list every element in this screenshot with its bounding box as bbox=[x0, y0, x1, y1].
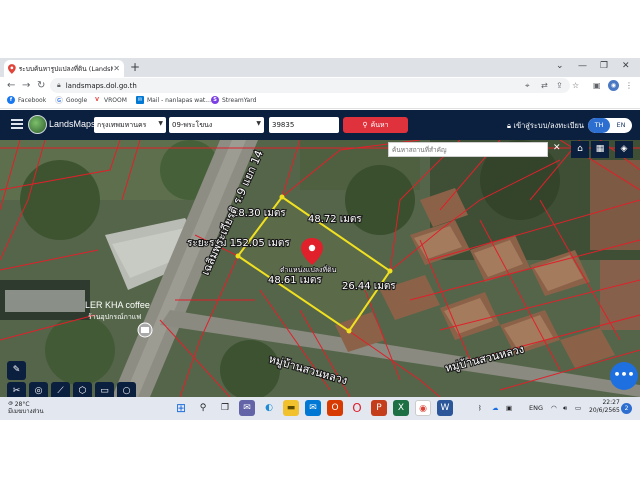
language-toggle: TH EN bbox=[588, 118, 632, 133]
tray-app-icon[interactable]: ▣ bbox=[506, 404, 512, 412]
lang-en-button[interactable]: EN bbox=[610, 118, 632, 133]
bookmark-facebook[interactable]: f Facebook bbox=[7, 96, 46, 104]
office-icon[interactable]: O bbox=[327, 400, 343, 416]
map-pin-icon bbox=[8, 63, 16, 74]
login-register-link[interactable]: 🔒︎ เข้าสู่ระบบ/ลงทะเบียน bbox=[507, 120, 584, 132]
clear-search-icon[interactable]: ✕ bbox=[553, 143, 561, 154]
weather-icon: ⛅︎ bbox=[8, 401, 13, 408]
opera-browser-icon[interactable]: O bbox=[349, 400, 365, 416]
parcel-edge-south-label: 26.44 เมตร bbox=[342, 281, 396, 292]
reload-icon[interactable]: ↻ bbox=[37, 79, 45, 92]
chrome-icon[interactable]: ◉ bbox=[415, 400, 431, 416]
mail-icon: ✉ bbox=[136, 96, 144, 104]
bookmark-mail[interactable]: ✉ Mail - nanlapas wat... bbox=[136, 96, 211, 104]
volume-icon[interactable]: 🔊︎ bbox=[563, 404, 567, 413]
google-icon: G bbox=[55, 96, 63, 104]
more-options-button[interactable]: ••• bbox=[610, 362, 638, 390]
map-place-search-input[interactable]: ค้นหาสถานที่สำคัญ bbox=[388, 142, 548, 157]
windows-taskbar: ⛅︎ 28°C มีเมฆบางส่วน ⊞ ⚲ ❐ ✉ ◐ ▬ ✉ O O P… bbox=[0, 397, 640, 420]
hamburger-menu-icon[interactable] bbox=[11, 119, 23, 131]
facebook-icon: f bbox=[7, 96, 15, 104]
url-text: landsmaps.dol.go.th bbox=[65, 81, 137, 90]
cut-tool-icon[interactable]: ✂ bbox=[7, 382, 26, 397]
vroom-icon: V bbox=[93, 96, 101, 104]
layers-icon[interactable]: ◈ bbox=[615, 141, 633, 158]
task-view-icon[interactable]: ❐ bbox=[217, 400, 233, 416]
grid-icon[interactable]: ▦ bbox=[591, 141, 609, 158]
bookmark-vroom[interactable]: V VROOM bbox=[93, 96, 127, 104]
landsmaps-logo bbox=[28, 115, 47, 134]
circle-tool-icon[interactable]: ○ bbox=[117, 382, 136, 397]
satellite-map: 28.30 เมตร 48.72 เมตร 26.44 เมตร 48.61 เ… bbox=[0, 140, 640, 397]
notification-badge[interactable]: 2 bbox=[621, 403, 632, 414]
line-measure-icon[interactable]: ⟋ bbox=[51, 382, 70, 397]
minimize-icon[interactable]: — bbox=[578, 60, 587, 72]
tab-search-icon[interactable]: ⌄ bbox=[556, 60, 564, 72]
location-icon[interactable]: ⌖ bbox=[525, 80, 530, 91]
chevron-down-icon: ▼ bbox=[256, 120, 261, 127]
search-button[interactable]: ⚲ ค้นหา bbox=[343, 117, 408, 133]
lock-icon: 🔒︎ bbox=[57, 81, 61, 89]
edge-browser-icon[interactable]: ◐ bbox=[261, 400, 277, 416]
windows-start-icon[interactable]: ⊞ bbox=[173, 400, 189, 416]
parcel-edge-east-label: 48.72 เมตร bbox=[308, 214, 362, 225]
bookmarks-bar: f Facebook G Google V VROOM ✉ Mail - nanlapa… bbox=[0, 94, 640, 109]
side-panel-icon[interactable]: ▣ bbox=[593, 80, 601, 91]
close-window-icon[interactable]: ✕ bbox=[622, 60, 630, 72]
rectangle-tool-icon[interactable]: ▭ bbox=[95, 382, 114, 397]
tab-close-icon[interactable]: ✕ bbox=[113, 64, 120, 73]
location-target-icon[interactable]: ◎ bbox=[29, 382, 48, 397]
poi-cafe-icon[interactable] bbox=[137, 322, 153, 338]
language-indicator[interactable]: ENG bbox=[529, 404, 543, 412]
weather-widget[interactable]: ⛅︎ 28°C มีเมฆบางส่วน bbox=[8, 401, 44, 415]
district-select[interactable]: 09-พระโขนง ▼ bbox=[169, 117, 264, 133]
map-view[interactable]: 28.30 เมตร 48.72 เมตร 26.44 เมตร 48.61 เ… bbox=[0, 140, 640, 397]
address-bar-row: ← → ↻ 🔒︎ landsmaps.dol.go.th ⌖ ⇄ ⇪ ☆ ▣ ◉… bbox=[0, 77, 640, 94]
more-menu-icon[interactable]: ⋮ bbox=[625, 80, 633, 91]
translate-icon[interactable]: ⇄ bbox=[541, 80, 548, 91]
streamyard-icon: S bbox=[211, 96, 219, 104]
bluetooth-icon[interactable]: ᛒ bbox=[478, 404, 482, 412]
file-explorer-icon[interactable]: ▬ bbox=[283, 400, 299, 416]
bookmark-star-icon[interactable]: ☆ bbox=[572, 80, 579, 91]
search-icon: ⚲ bbox=[362, 121, 368, 129]
app-brand: LandsMaps bbox=[49, 119, 96, 129]
bookmark-google[interactable]: G Google bbox=[55, 96, 87, 104]
tab-title: ระบบค้นหารูปแปลงที่ดิน (LandsMaps) bbox=[18, 64, 114, 73]
back-icon[interactable]: ← bbox=[7, 79, 15, 92]
browser-tab-strip: ระบบค้นหารูปแปลงที่ดิน (LandsMaps) ✕ + bbox=[0, 58, 640, 77]
omnibox[interactable]: 🔒︎ landsmaps.dol.go.th bbox=[50, 78, 570, 93]
lang-th-button[interactable]: TH bbox=[588, 118, 610, 133]
search-icon[interactable]: ⚲ bbox=[195, 400, 211, 416]
chevron-down-icon: ▼ bbox=[158, 120, 163, 127]
powerpoint-icon[interactable]: P bbox=[371, 400, 387, 416]
teams-chat-icon[interactable]: ✉ bbox=[239, 400, 255, 416]
area-measure-icon[interactable]: ⬡ bbox=[73, 382, 92, 397]
poi-subtitle: ร้านอุปกรณ์กาแฟ bbox=[88, 313, 142, 321]
browser-tab[interactable]: ระบบค้นหารูปแปลงที่ดิน (LandsMaps) ✕ bbox=[4, 60, 124, 77]
forward-icon[interactable]: → bbox=[22, 79, 30, 92]
parcel-position-label: ตำแหน่งแปลงที่ดิน bbox=[280, 265, 337, 274]
system-clock[interactable]: 22:27 20/6/2565 bbox=[589, 399, 620, 415]
bookmark-streamyard[interactable]: S StreamYard bbox=[211, 96, 256, 104]
mail-app-icon[interactable]: ✉ bbox=[305, 400, 321, 416]
province-select[interactable]: กรุงเทพมหานคร ▼ bbox=[94, 117, 166, 133]
onedrive-icon[interactable]: ☁ bbox=[492, 404, 499, 412]
poi-name[interactable]: LER KHA coffee bbox=[85, 300, 150, 310]
lock-icon: 🔒︎ bbox=[507, 121, 511, 130]
home-icon[interactable]: ⌂ bbox=[571, 141, 589, 158]
excel-icon[interactable]: X bbox=[393, 400, 409, 416]
battery-icon[interactable]: ▭ bbox=[575, 404, 581, 412]
share-icon[interactable]: ⇪ bbox=[556, 80, 563, 91]
app-toolbar: LandsMaps กรุงเทพมหานคร ▼ 09-พระโขนง ▼ 3… bbox=[0, 110, 640, 140]
restore-icon[interactable]: ❐ bbox=[600, 60, 608, 72]
new-tab-icon[interactable]: + bbox=[130, 60, 140, 74]
total-distance-label: ระยะรวม 152.05 เมตร bbox=[187, 238, 290, 249]
word-icon[interactable]: W bbox=[437, 400, 453, 416]
wifi-icon[interactable]: ◠ bbox=[551, 404, 557, 412]
edit-shape-icon[interactable]: ✎ bbox=[7, 361, 26, 380]
parcel-edge-west-label: 48.61 เมตร bbox=[268, 275, 322, 286]
profile-avatar[interactable]: ◉ bbox=[608, 80, 619, 91]
parcel-number-input[interactable]: 39835 bbox=[269, 117, 339, 133]
